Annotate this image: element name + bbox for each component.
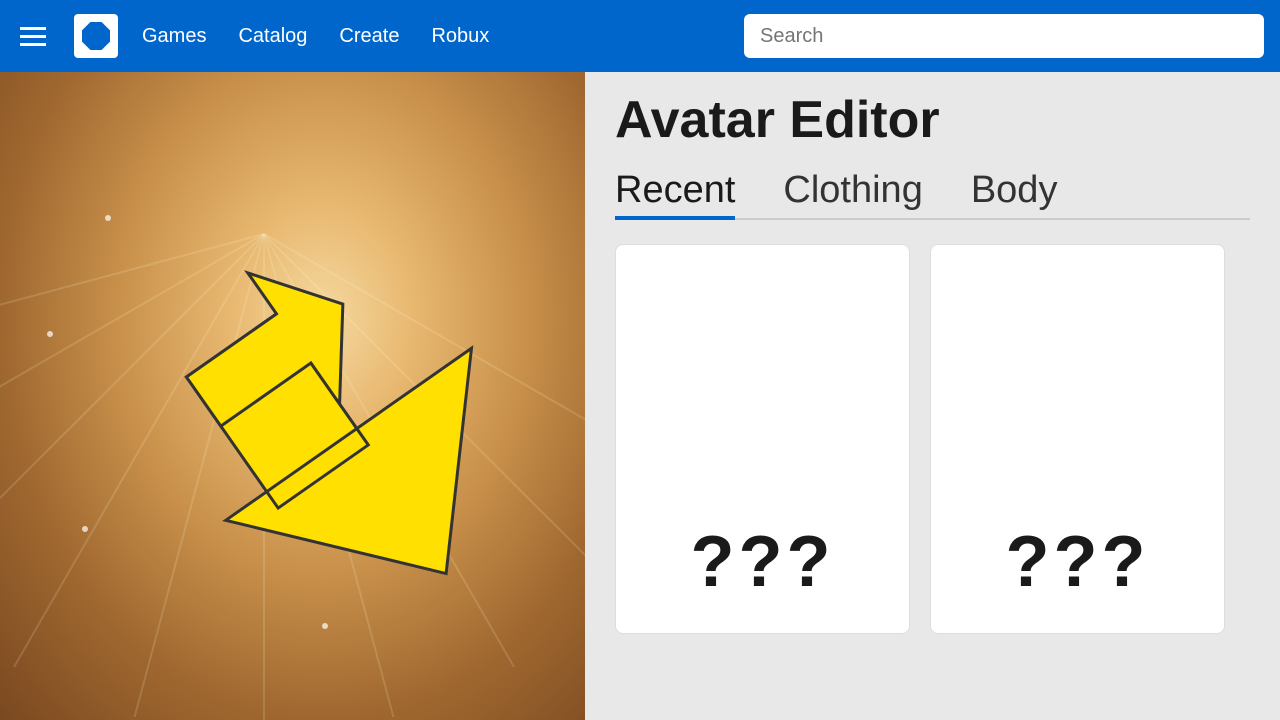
navbar: Games Catalog Create Robux — [0, 0, 1280, 72]
ray-1 — [264, 233, 585, 485]
item-placeholder-1: ??? — [691, 521, 835, 603]
tab-clothing[interactable]: Clothing — [783, 169, 922, 218]
tab-bar: Recent Clothing Body — [615, 169, 1250, 220]
sparkle-1 — [105, 215, 111, 221]
roblox-logo-button[interactable] — [74, 14, 118, 58]
sparkle-4 — [322, 623, 328, 629]
nav-link-create[interactable]: Create — [339, 25, 399, 48]
item-card-1[interactable]: ??? — [615, 244, 910, 634]
nav-links: Games Catalog Create Robux — [142, 25, 489, 48]
nav-link-games[interactable]: Games — [142, 25, 206, 48]
avatar-preview-panel — [0, 72, 585, 720]
nav-link-catalog[interactable]: Catalog — [238, 25, 307, 48]
page-title: Avatar Editor — [615, 92, 1250, 149]
tab-body[interactable]: Body — [971, 169, 1058, 218]
search-bar — [744, 14, 1264, 58]
item-card-2[interactable]: ??? — [930, 244, 1225, 634]
sparkle-2 — [47, 331, 53, 337]
ray-5 — [263, 234, 265, 720]
search-input[interactable] — [760, 25, 1248, 48]
ray-4 — [263, 234, 394, 717]
tab-recent[interactable]: Recent — [615, 169, 735, 218]
hamburger-menu-button[interactable] — [16, 23, 50, 50]
roblox-logo-icon — [82, 22, 110, 50]
sparkle-3 — [82, 526, 88, 532]
main-content: Avatar Editor Recent Clothing Body ??? ?… — [0, 72, 1280, 720]
nav-link-robux[interactable]: Robux — [431, 25, 489, 48]
ray-8 — [0, 233, 265, 588]
ray-3 — [263, 234, 515, 668]
right-panel: Avatar Editor Recent Clothing Body ??? ?… — [585, 72, 1280, 720]
items-grid: ??? ??? — [615, 244, 1250, 634]
ray-6 — [134, 234, 265, 717]
item-placeholder-2: ??? — [1006, 521, 1150, 603]
avatar-background — [0, 72, 585, 720]
ray-7 — [13, 234, 265, 668]
